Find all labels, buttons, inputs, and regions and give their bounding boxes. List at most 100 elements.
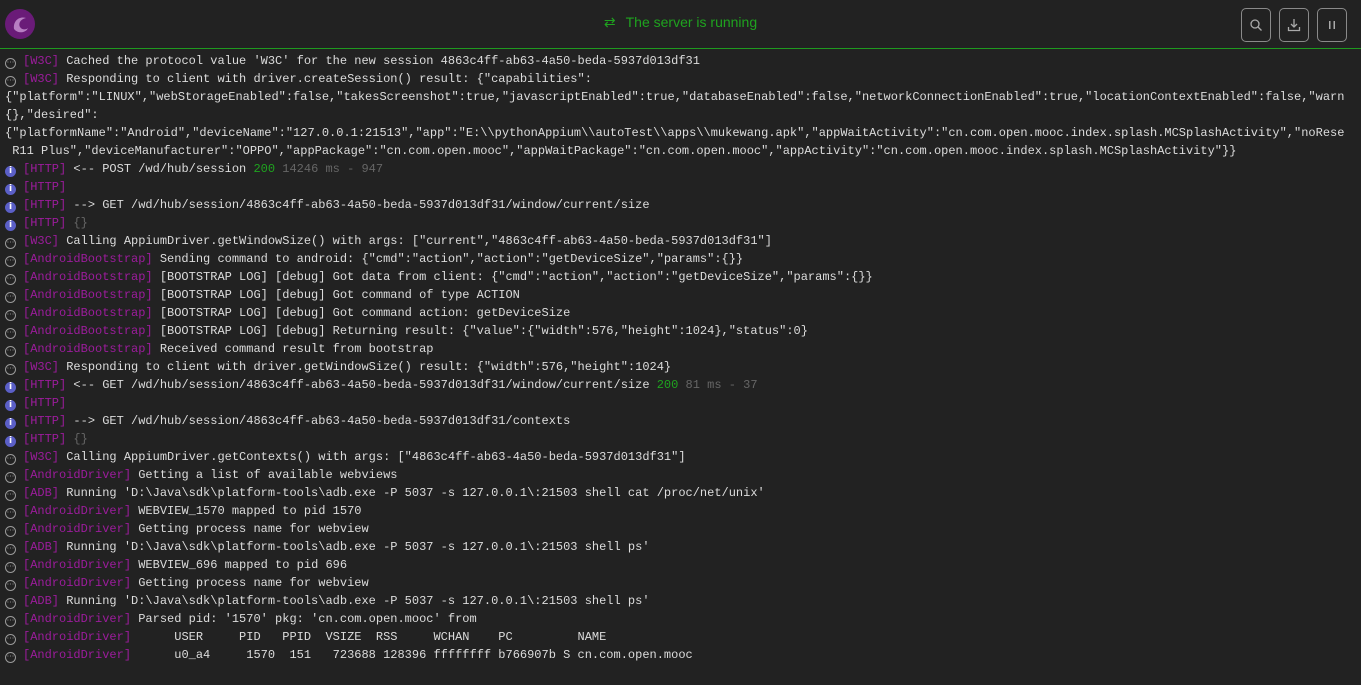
log-tag: [AndroidDriver]	[23, 558, 132, 572]
log-message: Parsed pid: '1570' pkg: 'cn.com.open.moo…	[138, 612, 477, 626]
log-tag: [HTTP]	[23, 378, 67, 392]
info-icon: i	[5, 418, 16, 429]
info-icon: i	[5, 220, 16, 231]
debug-icon: ···	[5, 652, 16, 663]
log-tag: [AndroidBootstrap]	[23, 270, 153, 284]
log-entry: ··· [AndroidDriver] Getting process name …	[0, 574, 1361, 592]
log-message: <-- GET /wd/hub/session/4863c4ff-ab63-4a…	[73, 378, 650, 392]
search-button[interactable]	[1241, 8, 1271, 42]
log-tag: [AndroidDriver]	[23, 468, 132, 482]
log-message: [BOOTSTRAP LOG] [debug] Got command acti…	[159, 306, 571, 320]
log-message: Calling AppiumDriver.getWindowSize() wit…	[66, 234, 772, 248]
server-status: ⇄ The server is running	[0, 14, 1361, 31]
debug-icon: ···	[5, 256, 16, 267]
log-message: Received command result from bootstrap	[159, 342, 434, 356]
log-entry: ··· [AndroidBootstrap] [BOOTSTRAP LOG] [d…	[0, 322, 1361, 340]
log-tag: [AndroidBootstrap]	[23, 342, 153, 356]
log-entry: ··· [AndroidDriver] WEBVIEW_696 mapped to…	[0, 556, 1361, 574]
info-icon: i	[5, 166, 16, 177]
debug-icon: ···	[5, 544, 16, 555]
log-message: Cached the protocol value 'W3C' for the …	[66, 54, 700, 68]
log-entry: ··· [AndroidBootstrap] Received command r…	[0, 340, 1361, 358]
header-bar: ⇄ The server is running	[0, 0, 1361, 49]
log-entry: i [HTTP] <-- POST /wd/hub/session 200 142…	[0, 160, 1361, 178]
log-entry: i [HTTP] --> GET /wd/hub/session/4863c4ff…	[0, 412, 1361, 430]
info-icon: i	[5, 382, 16, 393]
log-tag: [AndroidDriver]	[23, 576, 132, 590]
log-tag: [AndroidBootstrap]	[23, 252, 153, 266]
info-icon: i	[5, 436, 16, 447]
log-tag: [ADB]	[23, 486, 60, 500]
debug-icon: ···	[5, 238, 16, 249]
log-entry: ··· [ADB] Running 'D:\Java\sdk\platform-t…	[0, 538, 1361, 556]
log-message: Getting process name for webview	[138, 522, 369, 536]
log-message: --> GET /wd/hub/session/4863c4ff-ab63-4a…	[73, 414, 571, 428]
log-tag: [ADB]	[23, 594, 60, 608]
debug-icon: ···	[5, 274, 16, 285]
log-message: Sending command to android: {"cmd":"acti…	[159, 252, 744, 266]
log-tag: [ADB]	[23, 540, 60, 554]
debug-icon: ···	[5, 328, 16, 339]
debug-icon: ···	[5, 490, 16, 501]
log-message: Running 'D:\Java\sdk\platform-tools\adb.…	[66, 594, 650, 608]
server-status-text: The server is running	[625, 14, 758, 30]
log-message: Getting process name for webview	[138, 576, 369, 590]
download-icon	[1287, 19, 1301, 32]
log-message: WEBVIEW_1570 mapped to pid 1570	[138, 504, 362, 518]
debug-icon: ···	[5, 454, 16, 465]
debug-icon: ···	[5, 634, 16, 645]
log-tag: [AndroidBootstrap]	[23, 288, 153, 302]
log-entry: ··· [ADB] Running 'D:\Java\sdk\platform-t…	[0, 592, 1361, 610]
search-icon	[1250, 19, 1262, 31]
log-tag: [HTTP]	[23, 414, 67, 428]
log-body: {}	[73, 432, 88, 446]
log-entry: ··· [W3C] Calling AppiumDriver.getContext…	[0, 448, 1361, 466]
log-entry: i [HTTP] {}	[0, 214, 1361, 232]
http-status-code: 200	[253, 162, 276, 176]
download-logs-button[interactable]	[1279, 8, 1309, 42]
log-entry: i [HTTP]	[0, 394, 1361, 412]
log-entry: ··· [AndroidDriver] Getting process name …	[0, 520, 1361, 538]
debug-icon: ···	[5, 364, 16, 375]
debug-icon: ···	[5, 310, 16, 321]
log-tag: [AndroidDriver]	[23, 504, 132, 518]
debug-icon: ···	[5, 346, 16, 357]
log-message: [BOOTSTRAP LOG] [debug] Got command of t…	[159, 288, 520, 302]
debug-icon: ···	[5, 472, 16, 483]
debug-icon: ···	[5, 292, 16, 303]
log-message: [BOOTSTRAP LOG] [debug] Got data from cl…	[159, 270, 873, 284]
log-message: Getting a list of available webviews	[138, 468, 398, 482]
log-tag: [HTTP]	[23, 432, 67, 446]
log-entry: ··· [AndroidDriver] USER PID PPID VSIZE R…	[0, 628, 1361, 646]
log-entry: ··· [W3C] Calling AppiumDriver.getWindowS…	[0, 232, 1361, 250]
log-message: USER PID PPID VSIZE RSS WCHAN PC NAME	[138, 630, 607, 644]
log-tag: [AndroidDriver]	[23, 648, 132, 662]
log-entry: ··· [AndroidBootstrap] [BOOTSTRAP LOG] [d…	[0, 268, 1361, 286]
pause-icon	[1329, 21, 1335, 29]
http-status-code: 200	[656, 378, 679, 392]
log-tag: [W3C]	[23, 360, 60, 374]
log-message: Running 'D:\Java\sdk\platform-tools\adb.…	[66, 540, 650, 554]
log-entry: ··· [AndroidDriver] Getting a list of ava…	[0, 466, 1361, 484]
log-tag: [W3C]	[23, 450, 60, 464]
log-message: Calling AppiumDriver.getContexts() with …	[66, 450, 686, 464]
log-entry: ··· [AndroidBootstrap] [BOOTSTRAP LOG] [d…	[0, 286, 1361, 304]
response-timing: 81 ms - 37	[685, 378, 758, 392]
info-icon: i	[5, 184, 16, 195]
pause-button[interactable]	[1317, 8, 1347, 42]
log-message: WEBVIEW_696 mapped to pid 696	[138, 558, 348, 572]
log-tag: [AndroidDriver]	[23, 630, 132, 644]
sync-icon: ⇄	[603, 14, 616, 30]
log-tag: [W3C]	[23, 234, 60, 248]
log-message: --> GET /wd/hub/session/4863c4ff-ab63-4a…	[73, 198, 650, 212]
log-body: {}	[73, 216, 88, 230]
log-entry: ··· [ADB] Running 'D:\Java\sdk\platform-t…	[0, 484, 1361, 502]
log-entry: ··· [W3C] Responding to client with drive…	[0, 70, 1361, 160]
log-entry: ··· [AndroidBootstrap] [BOOTSTRAP LOG] [d…	[0, 304, 1361, 322]
log-entry: ··· [AndroidBootstrap] Sending command to…	[0, 250, 1361, 268]
log-tag: [W3C]	[23, 72, 60, 86]
log-entry: i [HTTP] {}	[0, 430, 1361, 448]
log-message: u0_a4 1570 151 723688 128396 ffffffff b7…	[138, 648, 693, 662]
log-entry: ··· [AndroidDriver] WEBVIEW_1570 mapped t…	[0, 502, 1361, 520]
log-tag: [HTTP]	[23, 198, 67, 212]
